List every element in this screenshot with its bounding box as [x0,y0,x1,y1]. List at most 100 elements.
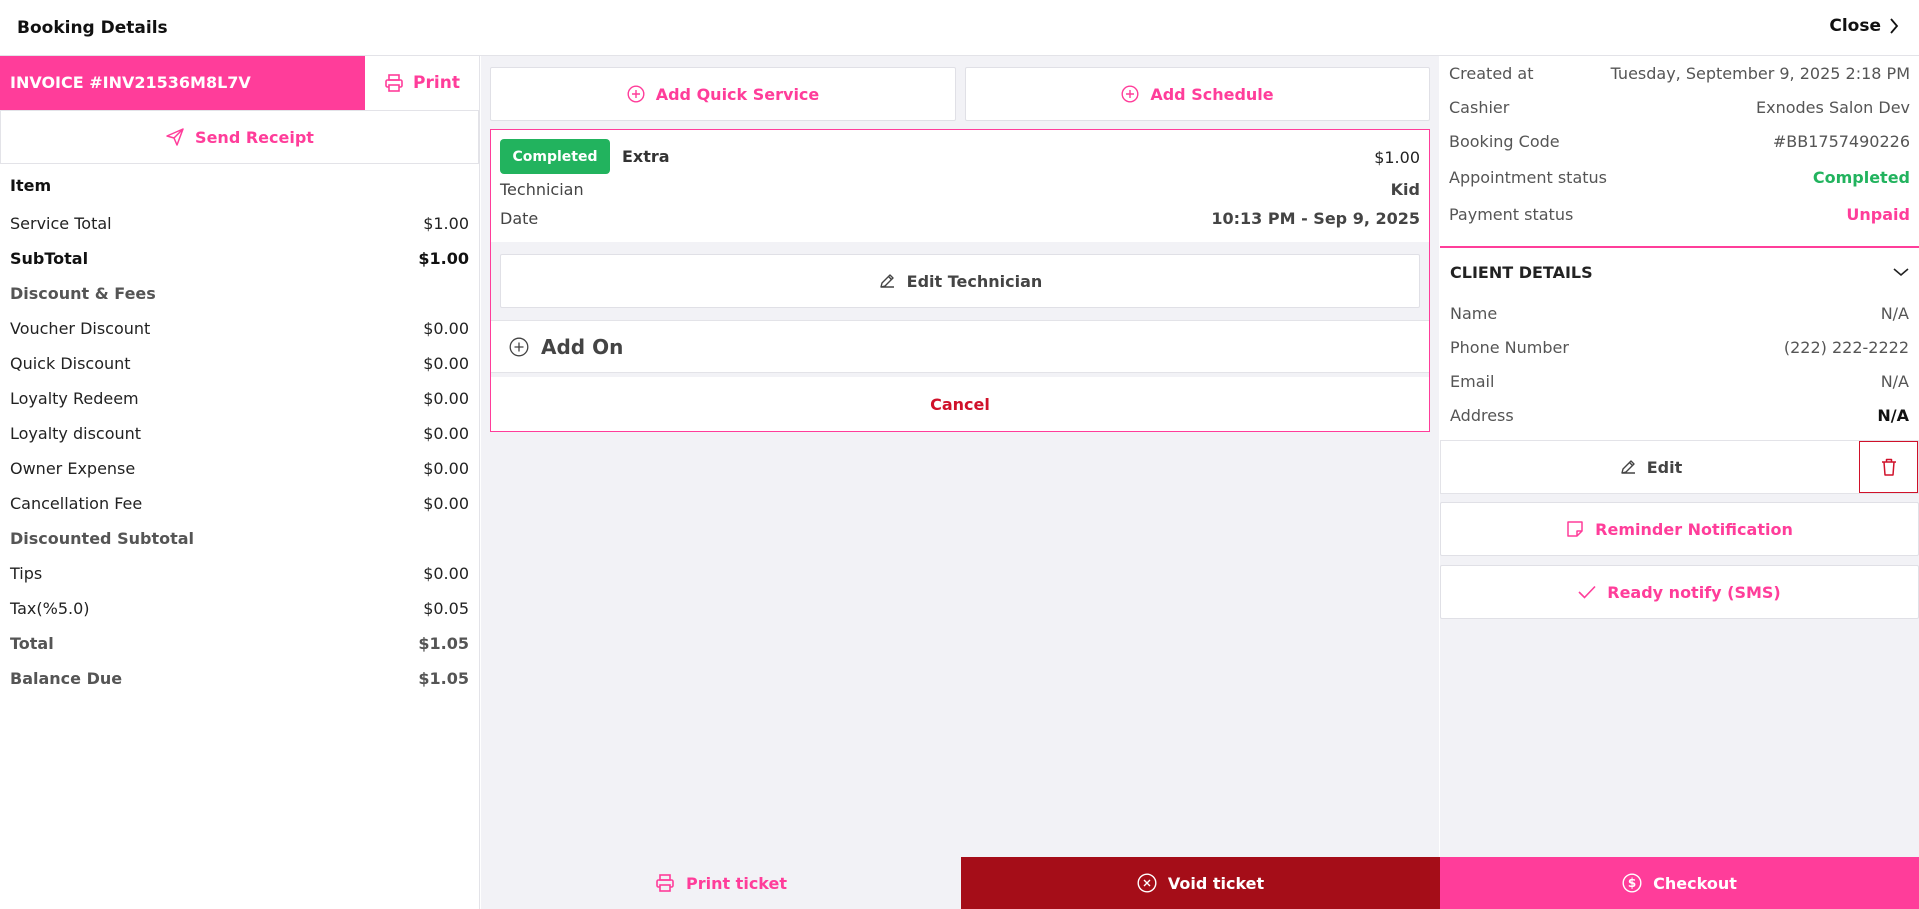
invoice-summary: Item Service Total $1.00 SubTotal $1.00 Di… [0,164,479,696]
summary-row-quick-discount: Quick Discount $0.00 [10,346,469,381]
add-schedule-button[interactable]: Add Schedule [965,67,1430,121]
info-value: Exnodes Salon Dev [1756,97,1910,117]
summary-label: Owner Expense [10,459,136,478]
service-name: Extra [622,147,670,166]
section-label: Discount & Fees [10,284,156,303]
close-label: Close [1829,16,1881,36]
void-ticket-button[interactable]: Void ticket [961,857,1440,909]
summary-row-subtotal: SubTotal $1.00 [10,241,469,276]
summary-row-total: Total $1.05 [10,626,469,661]
chevron-right-icon [1889,18,1899,34]
client-details: CLIENT DETAILS Name N/A Phone Number (222)… [1440,248,1919,442]
summary-label: Total [10,634,54,653]
print-button[interactable]: Print [365,56,479,110]
info-label: Booking Code [1449,131,1560,151]
printer-icon [384,73,404,93]
info-label: Created at [1449,63,1534,83]
summary-label: SubTotal [10,249,89,268]
edit-technician-button[interactable]: Edit Technician [500,254,1420,308]
client-label: Name [1450,303,1498,323]
cancel-button[interactable]: Cancel [491,377,1429,431]
edit-technician-label: Edit Technician [906,271,1043,291]
client-row-phone: Phone Number (222) 222-2222 [1440,330,1919,364]
summary-value: $0.00 [423,354,469,373]
info-row-payment-status: Payment status Unpaid [1449,196,1910,232]
x-circle-icon [1137,873,1157,893]
checkout-button[interactable]: $ Checkout [1440,857,1919,909]
summary-row-balance-due: Balance Due $1.05 [10,661,469,696]
delete-client-button[interactable] [1859,441,1918,493]
chevron-down-icon [1893,267,1909,277]
trash-icon [1881,458,1897,476]
summary-value: $0.05 [423,599,469,618]
pencil-icon [878,272,896,290]
add-on-button[interactable]: Add On [491,320,1429,373]
summary-row-owner-expense: Owner Expense $0.00 [10,451,469,486]
summary-value: $1.05 [418,634,469,653]
summary-value: $1.00 [418,249,469,268]
summary-row-loyalty-discount: Loyalty discount $0.00 [10,416,469,451]
plus-circle-icon [627,85,645,103]
client-label: Address [1450,405,1514,425]
edit-client-label: Edit [1646,457,1683,477]
discounted-subtotal-header: Discounted Subtotal [10,521,469,556]
print-label: Print [413,73,460,93]
void-ticket-label: Void ticket [1167,873,1265,893]
checkout-label: Checkout [1653,873,1737,893]
summary-value: $0.00 [423,389,469,408]
top-bar: Booking Details Close [0,0,1919,56]
reminder-notification-label: Reminder Notification [1595,519,1793,539]
info-label: Payment status [1449,204,1574,224]
print-ticket-button[interactable]: Print ticket [481,857,961,909]
summary-row-tips: Tips $0.00 [10,556,469,591]
summary-value: $0.00 [423,494,469,513]
service-panel: Add Quick Service Add Schedule Completed… [481,56,1439,909]
service-details: Completed Extra $1.00 Technician Kid Dat… [491,130,1429,242]
ready-notify-sms-button[interactable]: Ready notify (SMS) [1440,565,1919,619]
summary-value: $1.05 [418,669,469,688]
summary-label: Loyalty discount [10,424,142,443]
client-row-email: Email N/A [1440,364,1919,398]
status-badge: Completed [500,139,610,174]
client-details-title: CLIENT DETAILS [1450,262,1593,282]
invoice-panel: INVOICE #INV21536M8L7V Print Send Receip… [0,56,480,909]
send-icon [165,127,185,147]
pencil-icon [1619,458,1637,476]
summary-row-tax: Tax(%5.0) $0.05 [10,591,469,626]
client-details-header[interactable]: CLIENT DETAILS [1440,248,1919,296]
booking-info-panel: Created at Tuesday, September 9, 2025 2:1… [1440,56,1919,909]
client-value: N/A [1880,303,1909,323]
date-value: 10:13 PM - Sep 9, 2025 [1211,209,1420,228]
edit-client-button[interactable]: Edit [1441,441,1860,493]
info-row-booking-code: Booking Code #BB1757490226 [1449,124,1910,158]
svg-text:$: $ [1628,876,1636,890]
add-quick-service-button[interactable]: Add Quick Service [490,67,956,121]
item-header-label: Item [10,175,52,195]
service-price: $1.00 [1374,148,1420,167]
ready-notify-sms-label: Ready notify (SMS) [1607,582,1781,602]
client-actions: Edit [1440,440,1919,494]
info-label: Appointment status [1449,167,1607,187]
add-quick-service-label: Add Quick Service [655,84,820,104]
send-receipt-label: Send Receipt [195,127,314,147]
send-receipt-button[interactable]: Send Receipt [0,110,479,164]
payment-status-value: Unpaid [1846,204,1910,224]
reminder-notification-button[interactable]: Reminder Notification [1440,502,1919,556]
service-card: Completed Extra $1.00 Technician Kid Dat… [490,129,1430,432]
summary-label: Voucher Discount [10,319,151,338]
summary-row-loyalty-redeem: Loyalty Redeem $0.00 [10,381,469,416]
summary-value: $1.00 [423,214,469,233]
client-value: (222) 222-2222 [1783,337,1909,357]
item-header: Item [10,164,469,206]
add-on-label: Add On [541,334,624,359]
check-icon [1578,585,1596,599]
summary-label: Loyalty Redeem [10,389,139,408]
close-button[interactable]: Close [1829,16,1899,36]
printer-icon [655,873,675,893]
client-row-name: Name N/A [1440,296,1919,330]
client-label: Email [1450,371,1495,391]
plus-circle-icon [509,337,529,357]
summary-label: Tax(%5.0) [10,599,90,618]
info-row-cashier: Cashier Exnodes Salon Dev [1449,90,1910,124]
summary-label: Tips [10,564,43,583]
